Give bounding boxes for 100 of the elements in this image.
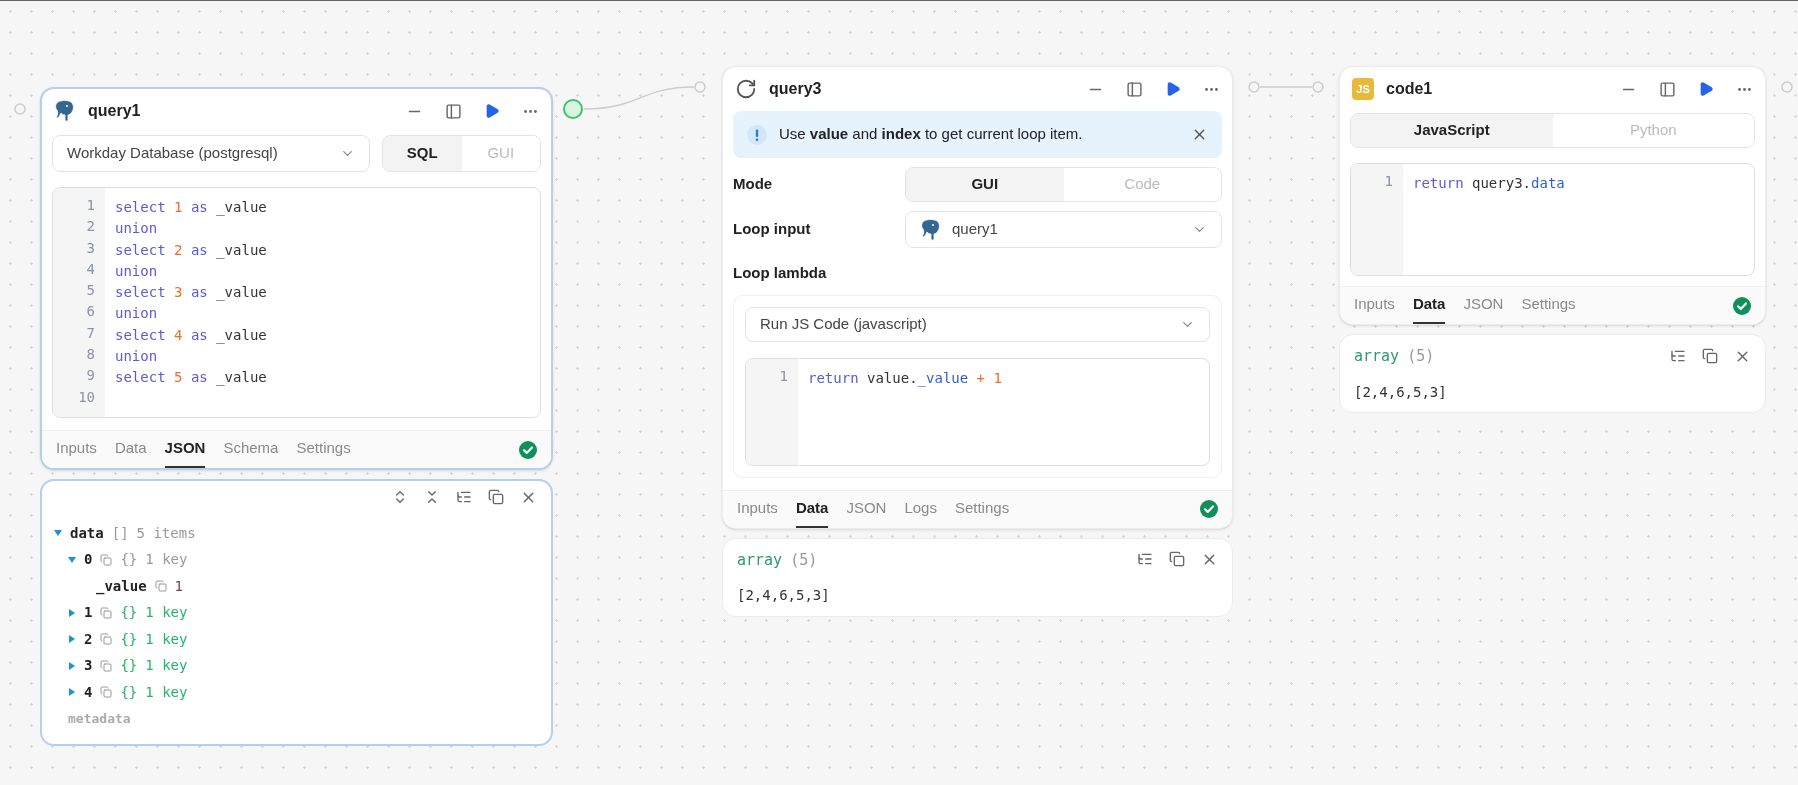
result-value: [2,4,6,5,3] bbox=[1354, 382, 1448, 402]
port-handle[interactable] bbox=[1312, 81, 1324, 93]
copy-icon[interactable] bbox=[488, 489, 504, 505]
result-type: array bbox=[737, 549, 783, 571]
result-value: [2,4,6,5,3] bbox=[737, 586, 831, 605]
port-handle[interactable] bbox=[14, 103, 26, 115]
json-key: 4 bbox=[84, 681, 93, 703]
info-message: Use value and index to get current loop item. bbox=[779, 124, 1083, 145]
code-line: return value._value + 1 bbox=[808, 369, 1002, 386]
collapsed-caret-icon[interactable] bbox=[68, 661, 76, 670]
json-value: 1 bbox=[174, 576, 183, 596]
line-number: 1 bbox=[1384, 172, 1393, 191]
code-editor[interactable]: 1 2 3 4 5 6 7 8 9 10 select 1 as _value union select 2 as _value union select 3 as _value union select 4 as _value union select 5 as _value bbox=[52, 187, 541, 418]
copy-icon[interactable] bbox=[1702, 347, 1718, 364]
node-card[interactable]: query3 Use value and index to get current loop item. Mode GUI Code Loop input query1 Loop lambda Run JS Code (javascript) 1 return value._value + 1 Inputs Data JSON Logs Settings bbox=[722, 66, 1233, 529]
code-line: union bbox=[115, 220, 158, 237]
code-line: select 3 as _value bbox=[115, 284, 267, 301]
json-type: {} bbox=[120, 550, 138, 570]
collapsed-caret-icon[interactable] bbox=[68, 635, 76, 644]
code-line: select 5 as _value bbox=[115, 369, 267, 386]
result-type: array bbox=[1354, 346, 1400, 367]
json-key: 2 bbox=[84, 628, 93, 650]
line-number: 10 bbox=[78, 387, 95, 407]
line-number: 5 bbox=[86, 281, 95, 301]
json-key: _value bbox=[96, 575, 147, 597]
json-type: [] bbox=[111, 523, 129, 543]
result-count: (5) bbox=[790, 549, 818, 571]
json-key: 0 bbox=[84, 549, 93, 571]
expanded-caret-icon[interactable] bbox=[54, 529, 62, 538]
json-summary: 1 key bbox=[145, 629, 188, 649]
copy-icon[interactable] bbox=[1169, 551, 1185, 568]
port-handle[interactable] bbox=[1781, 81, 1793, 93]
runner-select[interactable]: Run JS Code (javascript) bbox=[745, 306, 1210, 342]
expanded-caret-icon[interactable] bbox=[68, 555, 76, 564]
json-type: {} bbox=[120, 656, 138, 676]
json-summary: 1 key bbox=[145, 682, 188, 702]
tab[interactable]: Inputs bbox=[1354, 287, 1395, 324]
tab[interactable]: Settings bbox=[1521, 287, 1576, 324]
json-key: 1 bbox=[84, 602, 93, 624]
tab[interactable]: Data bbox=[1412, 287, 1446, 324]
tab[interactable]: Logs bbox=[904, 490, 937, 528]
exclamation-icon bbox=[747, 124, 767, 145]
tab[interactable]: Data bbox=[114, 431, 147, 468]
list-icon[interactable] bbox=[456, 489, 472, 505]
collapsed-caret-icon[interactable] bbox=[68, 608, 76, 617]
line-number: 1 bbox=[86, 196, 95, 215]
panel-icon[interactable] bbox=[1126, 80, 1143, 98]
tab[interactable]: Inputs bbox=[56, 431, 97, 468]
segment-option[interactable]: GUI bbox=[906, 168, 1064, 201]
line-number: 9 bbox=[86, 366, 95, 386]
code-line: select 2 as _value bbox=[115, 241, 267, 258]
segment-option[interactable]: JavaScript bbox=[1351, 114, 1553, 147]
code-line: select 4 as _value bbox=[115, 326, 267, 343]
port-handle[interactable] bbox=[1248, 81, 1260, 93]
run-icon[interactable] bbox=[1698, 81, 1714, 97]
circular-arrow-icon bbox=[735, 78, 757, 100]
json-type: {} bbox=[120, 603, 138, 623]
tab[interactable]: Settings bbox=[296, 431, 351, 468]
tab[interactable]: JSON bbox=[846, 490, 887, 528]
resource-select[interactable]: Workday Database (postgresql) bbox=[52, 135, 370, 172]
node-title: query1 bbox=[88, 101, 141, 121]
line-number: 1 bbox=[779, 366, 788, 386]
tab[interactable]: Schema bbox=[223, 431, 279, 468]
json-key: 3 bbox=[84, 655, 93, 677]
tab[interactable]: JSON bbox=[1463, 287, 1504, 324]
json-summary: 1 key bbox=[145, 550, 188, 570]
code-line: select 1 as _value bbox=[115, 199, 267, 215]
json-type: {} bbox=[120, 682, 138, 702]
port-handle[interactable] bbox=[694, 81, 706, 93]
json-summary: 1 key bbox=[145, 603, 188, 623]
node-card[interactable]: JS code1 JavaScript Python 1 return query3.data Inputs Data JSON Settings bbox=[1339, 66, 1766, 325]
line-number: 2 bbox=[86, 217, 95, 237]
panel-icon[interactable] bbox=[1659, 80, 1676, 98]
port-handle[interactable] bbox=[563, 99, 583, 119]
node-card[interactable] bbox=[40, 87, 553, 470]
json-type: {} bbox=[120, 629, 138, 649]
field-label: Loop lambda bbox=[733, 263, 828, 283]
tab[interactable]: Inputs bbox=[737, 490, 778, 528]
tab[interactable]: JSON bbox=[164, 431, 206, 468]
code-editor[interactable]: 1 return value._value + 1 bbox=[745, 357, 1210, 466]
tab[interactable]: Settings bbox=[954, 490, 1010, 528]
line-number: 7 bbox=[86, 323, 95, 343]
line-number: 8 bbox=[86, 345, 95, 365]
segment-option[interactable]: SQL bbox=[383, 136, 462, 171]
code-editor[interactable]: 1 return query3.data bbox=[1350, 163, 1755, 276]
line-number: 3 bbox=[86, 238, 95, 258]
panel-icon[interactable] bbox=[445, 102, 462, 120]
result-count: (5) bbox=[1407, 346, 1435, 367]
metadata-label[interactable]: metadata bbox=[54, 710, 131, 726]
code-line: return query3.data bbox=[1413, 175, 1565, 191]
tab[interactable]: Data bbox=[795, 490, 829, 528]
run-icon[interactable] bbox=[484, 103, 500, 119]
elephant-icon bbox=[54, 99, 76, 123]
json-key: data bbox=[70, 522, 104, 544]
node-title: query3 bbox=[769, 79, 822, 99]
elephant-icon bbox=[920, 217, 942, 242]
run-icon[interactable] bbox=[1165, 81, 1181, 97]
field-label: Mode bbox=[733, 174, 774, 195]
collapsed-caret-icon[interactable] bbox=[68, 688, 76, 697]
loop-input-select[interactable]: query1 bbox=[905, 211, 1222, 248]
